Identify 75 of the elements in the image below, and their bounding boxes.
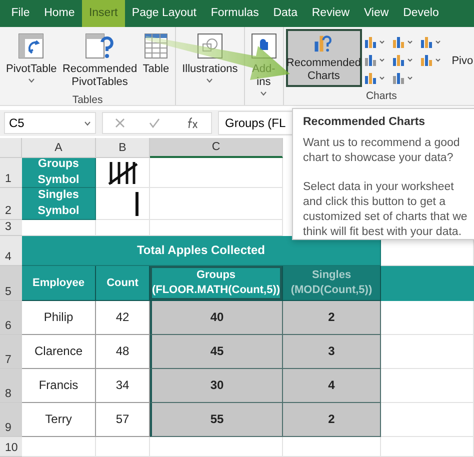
table-cell: 45 (150, 335, 283, 369)
menu-tab[interactable]: Home (36, 0, 82, 26)
chart-type-icon[interactable] (420, 52, 442, 66)
select-all-corner[interactable] (0, 138, 22, 158)
pivot-table-icon (18, 32, 44, 58)
column-header[interactable]: B (96, 138, 150, 158)
tooltip-text: Want us to recommend a good chart to showcase your data? (303, 136, 461, 166)
column-header[interactable]: A (22, 138, 96, 158)
table-cell: 2 (283, 301, 381, 335)
caret-icon (260, 90, 268, 96)
chart-type-icon[interactable] (392, 34, 414, 48)
table-cell: 4 (283, 369, 381, 403)
table-cell: 48 (96, 335, 150, 369)
row-number[interactable]: 1 (0, 158, 22, 188)
pivottable-button[interactable]: PivotTable (2, 28, 61, 86)
chart-type-icon[interactable] (364, 34, 386, 48)
row-number[interactable]: 5 (0, 266, 22, 301)
table-question-icon (84, 32, 115, 58)
row-number[interactable]: 7 (0, 335, 22, 369)
table-cell: 55 (150, 403, 283, 437)
row-number[interactable]: 2 (0, 188, 22, 220)
menu-tab[interactable]: Formulas (204, 0, 266, 26)
table-cell: 57 (96, 403, 150, 437)
table-cell: Terry (22, 403, 96, 437)
row-number[interactable]: 10 (0, 437, 22, 457)
menu-tab[interactable]: Page Layout (124, 0, 204, 26)
caret-icon (84, 121, 91, 126)
row-number[interactable]: 4 (0, 236, 22, 266)
menu-tab[interactable]: Review (304, 0, 357, 26)
menu-tab[interactable]: File (4, 0, 37, 26)
cancel-icon[interactable] (115, 118, 126, 128)
column-heading: Singles (MOD(Count,5)) (283, 266, 381, 301)
name-box[interactable]: C5 (4, 112, 96, 134)
table-cell: 30 (150, 369, 283, 403)
table-cell: 34 (96, 369, 150, 403)
empty-cell[interactable] (150, 437, 283, 457)
chart-type-icon[interactable] (392, 70, 414, 84)
menu-tab[interactable]: Develo (396, 0, 446, 26)
tally-drawing (107, 160, 139, 186)
table-cell: 2 (283, 403, 381, 437)
symbol-label: Groups Symbol (22, 158, 96, 188)
menu-tab[interactable]: Data (266, 0, 305, 26)
empty-cell[interactable] (96, 437, 150, 457)
symbol-label: Singles Symbol (22, 188, 96, 220)
empty-cell[interactable] (381, 437, 474, 457)
table-cell: 40 (150, 301, 283, 335)
row-number[interactable]: 8 (0, 369, 22, 403)
tooltip-title: Recommended Charts (303, 115, 426, 130)
chart-type-icon[interactable] (420, 34, 442, 48)
menu-tab[interactable]: View (356, 0, 396, 26)
caret-icon (28, 78, 35, 82)
recommended-pivottables-button[interactable]: Recommended PivotTables (62, 28, 137, 92)
row-number[interactable]: 9 (0, 403, 22, 437)
table-cell: 42 (96, 301, 150, 335)
group-label: Tables (71, 92, 104, 106)
row-number[interactable]: 3 (0, 220, 22, 236)
caret-icon (206, 78, 214, 82)
table-cell: Philip (22, 301, 96, 335)
empty-cell[interactable] (283, 437, 381, 457)
tally-mark (135, 190, 139, 216)
pivot-chart-button[interactable]: Pivo (448, 28, 474, 72)
chart-type-icon[interactable] (364, 70, 386, 84)
group-label: Charts (364, 88, 398, 104)
chart-type-icon[interactable] (392, 52, 414, 66)
chart-type-icon[interactable] (364, 52, 386, 66)
check-icon[interactable] (149, 118, 160, 128)
table-title: Total Apples Collected (22, 236, 381, 266)
column-header[interactable]: C (150, 138, 283, 158)
column-heading: Groups (FLOOR.MATH(Count,5)) (150, 266, 283, 301)
table-cell: 3 (283, 335, 381, 369)
row-number[interactable]: 6 (0, 301, 22, 335)
column-heading: Employee (22, 266, 96, 301)
table-cell: Clarence (22, 335, 96, 369)
column-heading: Count (96, 266, 150, 301)
table-cell: Francis (22, 369, 96, 403)
